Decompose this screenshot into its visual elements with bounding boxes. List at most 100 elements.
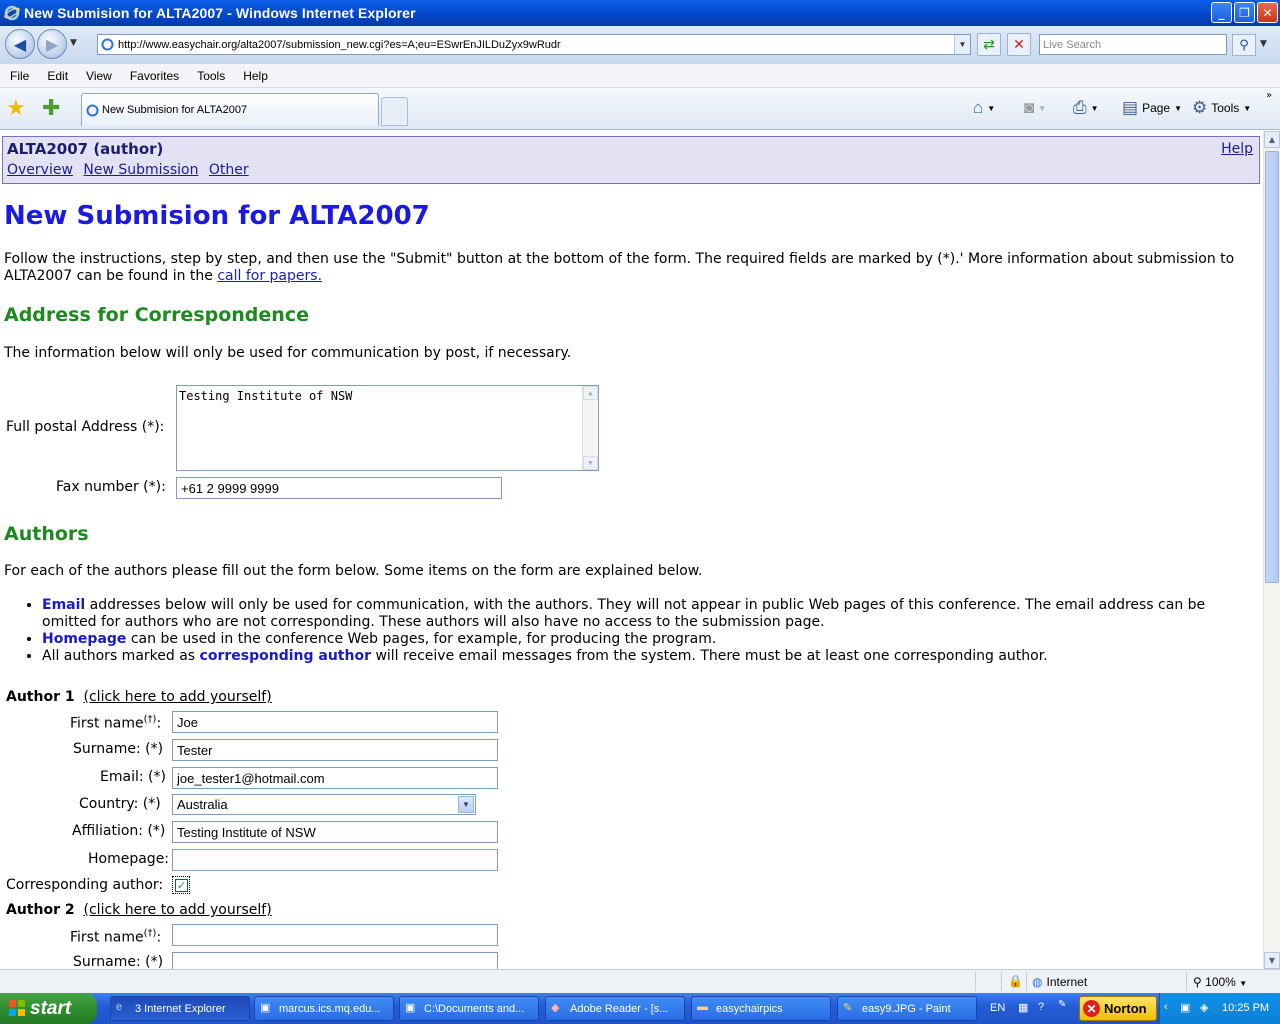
- scroll-down-icon[interactable]: ▼: [1264, 952, 1280, 969]
- zoom-control[interactable]: ⚲ 100% ▼: [1193, 975, 1247, 989]
- protected-mode-icon[interactable]: 🔒: [1008, 974, 1023, 988]
- gear-icon: ⚙: [1192, 98, 1208, 117]
- taskbar-item-label: Adobe Reader - [s...: [570, 1002, 669, 1015]
- page-scrollbar[interactable]: ▲ ▼: [1263, 131, 1280, 969]
- clock[interactable]: 10:25 PM: [1222, 1002, 1269, 1014]
- menu-favorites[interactable]: Favorites: [120, 69, 187, 83]
- taskbar-item-documents[interactable]: ▣ C:\Documents and...: [399, 996, 539, 1021]
- help-link[interactable]: Help: [1221, 141, 1253, 157]
- intro-text: Follow the instructions, step by step, a…: [4, 251, 1234, 285]
- taskbar-item-adobe-reader[interactable]: ◆ Adobe Reader - [s...: [545, 996, 685, 1021]
- author-2-add-yourself-link[interactable]: (click here to add yourself): [84, 902, 272, 918]
- author-1-surname-label: Surname: (*): [73, 741, 164, 757]
- taskbar-item-label: marcus.ics.mq.edu...: [279, 1002, 381, 1015]
- author-1-add-yourself-link[interactable]: (click here to add yourself): [84, 689, 272, 705]
- check-icon: ✓: [175, 879, 188, 892]
- scroll-up-icon[interactable]: ▲: [583, 386, 598, 400]
- tabs-toolbar: ★ ✚ New Submision for ALTA2007 ⌂ ▼ ◙ ▼ ⎙ ▼ …: [0, 88, 1280, 130]
- keyboard-icon[interactable]: ▦: [1018, 1001, 1028, 1014]
- author-1-first-name-input[interactable]: Joe: [172, 711, 498, 733]
- norton-notification[interactable]: ✕ Norton: [1079, 996, 1157, 1021]
- toolbar-overflow-icon[interactable]: »: [1266, 90, 1272, 101]
- scrollbar-thumb[interactable]: [1265, 151, 1279, 583]
- add-favorites-icon[interactable]: ✚: [42, 96, 60, 121]
- page-menu-button[interactable]: ▤ Page ▼: [1122, 98, 1182, 118]
- author-2-title: Author 2: [6, 902, 75, 918]
- start-button[interactable]: start: [0, 993, 97, 1024]
- search-input[interactable]: Live Search: [1039, 34, 1227, 55]
- taskbar-item-paint[interactable]: ✎ easy9.JPG - Paint: [837, 996, 977, 1021]
- refresh-button[interactable]: ⇄: [977, 33, 1001, 56]
- new-tab-button[interactable]: [381, 97, 408, 126]
- author-1-affiliation-label: Affiliation: (*): [72, 823, 166, 839]
- call-for-papers-link[interactable]: call for papers.: [217, 268, 322, 284]
- tab-page-icon: [86, 104, 99, 117]
- address-dropdown-icon[interactable]: ▼: [954, 35, 970, 54]
- window-title-bar[interactable]: New Submision for ALTA2007 - Windows Int…: [0, 0, 1280, 26]
- search-button[interactable]: ⚲: [1232, 34, 1256, 56]
- taskbar-item-folder[interactable]: ▬ easychairpics: [691, 996, 831, 1021]
- system-tray: ‹ ▣ ◈ 10:25 PM: [1159, 993, 1280, 1024]
- tools-menu-button[interactable]: ⚙ Tools ▼: [1192, 98, 1251, 118]
- new-submission-link[interactable]: New Submission: [83, 162, 198, 178]
- language-indicator[interactable]: EN: [990, 1002, 1005, 1014]
- author-1-affiliation-input[interactable]: Testing Institute of NSW: [172, 821, 498, 843]
- first-name-colon: :: [156, 929, 162, 946]
- address-heading: Address for Correspondence: [4, 304, 309, 326]
- author-1-corresponding-checkbox[interactable]: ✓: [172, 876, 190, 894]
- list-item: Email addresses below will only be used …: [42, 597, 1240, 631]
- forward-button[interactable]: ▶: [37, 29, 67, 59]
- stop-button[interactable]: ✕: [1007, 33, 1031, 56]
- restore-button[interactable]: ❐: [1234, 2, 1255, 23]
- menu-file[interactable]: File: [0, 69, 37, 83]
- author-1-email-input[interactable]: joe_tester1@hotmail.com: [172, 767, 498, 789]
- author-2-surname-label: Surname: (*): [73, 954, 164, 969]
- menu-edit[interactable]: Edit: [37, 69, 76, 83]
- author-1-homepage-input[interactable]: [172, 849, 498, 871]
- menu-view[interactable]: View: [76, 69, 120, 83]
- taskbar-item-putty[interactable]: ▣ marcus.ics.mq.edu...: [254, 996, 394, 1021]
- author-1-country-select[interactable]: Australia ▼: [172, 794, 476, 815]
- author-1-heading: Author 1 (click here to add yourself): [6, 689, 272, 705]
- internet-explorer-icon: [4, 5, 20, 21]
- feeds-button[interactable]: ◙ ▼: [1024, 98, 1046, 118]
- author-1-surname-input[interactable]: Tester: [172, 739, 498, 761]
- taskbar-item-internet-explorer[interactable]: e 3 Internet Explorer: [110, 996, 250, 1021]
- textarea-scrollbar[interactable]: ▲ ▼: [582, 386, 598, 470]
- pen-icon[interactable]: ✎: [1058, 999, 1066, 1010]
- menu-help[interactable]: Help: [233, 69, 276, 83]
- rss-feed-icon: ◙: [1024, 98, 1035, 117]
- overview-link[interactable]: Overview: [7, 162, 73, 178]
- postal-address-textarea[interactable]: Testing Institute of NSW ▲ ▼: [176, 385, 599, 471]
- windows-flag-icon: [9, 1000, 25, 1016]
- scroll-up-icon[interactable]: ▲: [1264, 131, 1280, 148]
- browser-tab[interactable]: New Submision for ALTA2007: [81, 93, 379, 126]
- menu-tools[interactable]: Tools: [187, 69, 233, 83]
- help-icon[interactable]: ?: [1038, 1001, 1044, 1013]
- authors-heading: Authors: [4, 523, 89, 545]
- author-1-email-label: Email: (*): [100, 769, 166, 785]
- zone-label: Internet: [1046, 975, 1088, 989]
- minimize-button[interactable]: _: [1211, 2, 1232, 23]
- network-icon[interactable]: ▣: [1180, 1001, 1190, 1014]
- print-button[interactable]: ⎙ ▼: [1073, 98, 1099, 118]
- scroll-down-icon[interactable]: ▼: [583, 456, 598, 470]
- tray-expand-icon[interactable]: ‹: [1164, 1001, 1168, 1013]
- fax-input[interactable]: +61 2 9999 9999: [176, 477, 502, 499]
- taskbar: start e 3 Internet Explorer ▣ marcus.ics.m…: [0, 993, 1280, 1024]
- home-button[interactable]: ⌂ ▼: [973, 98, 995, 118]
- address-field[interactable]: http://www.easychair.org/alta2007/submis…: [97, 34, 971, 55]
- history-dropdown-icon[interactable]: ▼: [70, 38, 77, 48]
- security-zone[interactable]: ◍ Internet: [1032, 975, 1087, 989]
- favorites-center-star-icon[interactable]: ★: [6, 96, 26, 121]
- author-1-homepage-label: Homepage:: [88, 851, 170, 867]
- author-instructions-list: Email addresses below will only be used …: [20, 597, 1240, 665]
- search-options-dropdown-icon[interactable]: ▼: [1260, 39, 1267, 49]
- other-link[interactable]: Other: [209, 162, 249, 178]
- back-button[interactable]: ◀: [5, 29, 35, 59]
- author-2-surname-input[interactable]: [172, 952, 498, 969]
- author-2-first-name-input[interactable]: [172, 924, 498, 946]
- chevron-down-icon[interactable]: ▼: [458, 796, 474, 813]
- security-shield-icon[interactable]: ◈: [1200, 1001, 1208, 1014]
- close-button[interactable]: ✕: [1257, 2, 1278, 23]
